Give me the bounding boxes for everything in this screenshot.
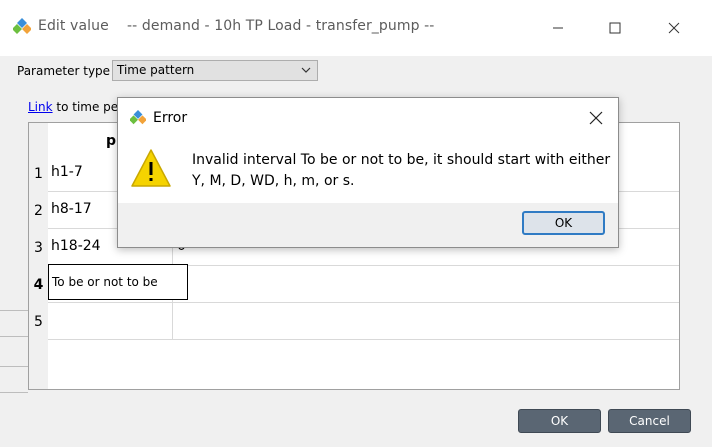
dialog-footer: OK [118, 203, 618, 247]
cancel-button[interactable]: Cancel [608, 409, 691, 433]
time-period-link[interactable]: Link [28, 100, 53, 114]
divider [0, 336, 28, 337]
row-index[interactable]: 5 [29, 303, 48, 340]
minimize-icon [553, 27, 563, 29]
app-logo-icon [130, 110, 146, 125]
row-index[interactable]: 3 [29, 229, 48, 266]
row-index[interactable]: 4 [29, 266, 48, 303]
chevron-down-icon [301, 67, 311, 73]
row-index[interactable]: 1 [29, 155, 48, 192]
cell-editor-input[interactable]: To be or not to be [48, 264, 188, 300]
link-suffix: to time per [52, 100, 124, 114]
app-logo-icon [13, 18, 31, 34]
row-index[interactable]: 2 [29, 192, 48, 229]
title-bar: Edit value -- demand - 10h TP Load - tra… [0, 0, 712, 56]
close-icon [668, 22, 680, 34]
maximize-button[interactable] [592, 10, 638, 46]
table-cell[interactable] [173, 266, 679, 303]
dialog-title: Error [153, 110, 188, 126]
error-dialog: Error Invalid interval To be or not to b… [117, 97, 619, 248]
column-header-period[interactable]: p [106, 133, 116, 149]
table-row [48, 303, 679, 340]
edit-value-window: Edit value -- demand - 10h TP Load - tra… [0, 0, 712, 447]
parameter-type-select[interactable]: Time pattern [112, 60, 318, 81]
divider [0, 392, 28, 393]
parameter-type-label: Parameter type [17, 64, 111, 78]
close-window-button[interactable] [651, 10, 697, 46]
ok-button[interactable]: OK [518, 409, 601, 433]
warning-icon [131, 149, 171, 187]
link-line: Link to time per [28, 100, 123, 114]
divider [0, 366, 28, 367]
close-icon [589, 111, 603, 125]
error-message: Invalid interval To be or not to be, it … [192, 152, 611, 189]
dialog-close-button[interactable] [584, 106, 608, 130]
maximize-icon [609, 22, 621, 34]
dialog-ok-button[interactable]: OK [522, 211, 605, 235]
window-title: Edit value -- demand - 10h TP Load - tra… [38, 18, 435, 34]
divider [0, 310, 28, 311]
table-cell[interactable] [48, 303, 173, 340]
table-cell[interactable] [173, 303, 679, 340]
minimize-button[interactable] [535, 10, 581, 46]
parameter-type-value: Time pattern [117, 63, 195, 77]
row-header: 1 2 3 4 5 [29, 123, 48, 389]
